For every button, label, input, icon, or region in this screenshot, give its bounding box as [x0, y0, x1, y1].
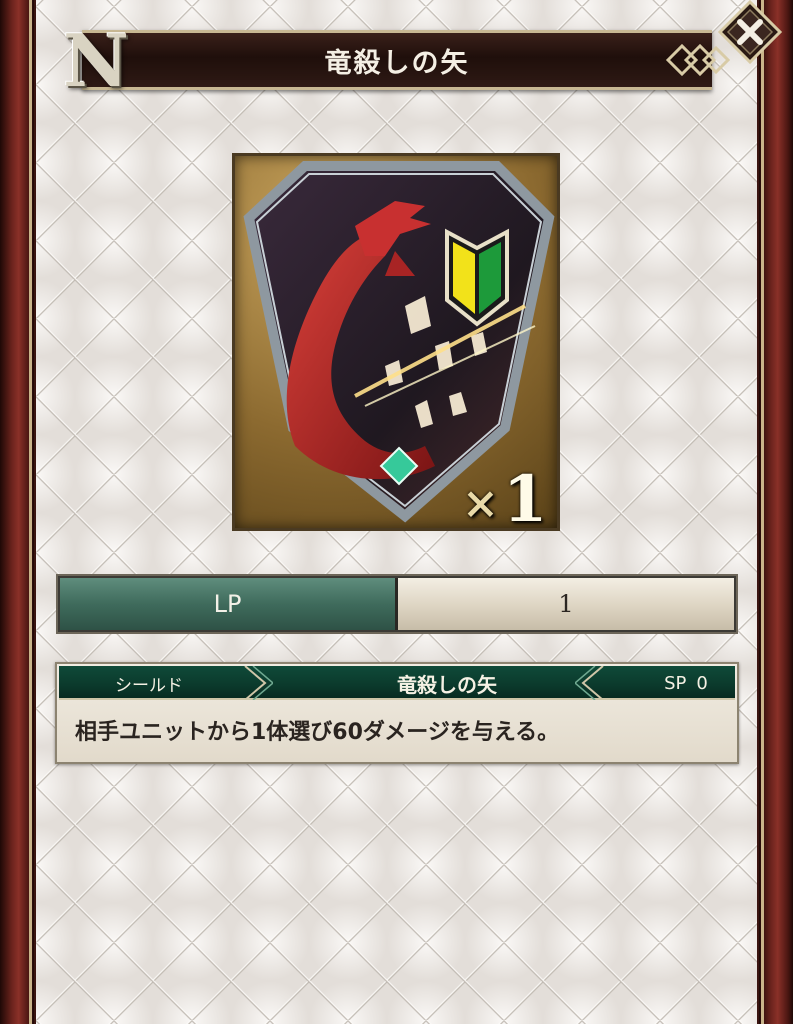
card-quantity: × 1	[462, 462, 547, 532]
sp-value: 0	[696, 672, 708, 694]
skill-description: 相手ユニットから1体選び60ダメージを与える。	[75, 720, 560, 745]
lp-value: 1	[398, 578, 734, 630]
skill-panel: シールド 竜殺しの矢 SP 0 相手ユニットから1体選び60ダメージを与える。	[55, 662, 739, 764]
lp-stat-bar: LP 1	[56, 574, 738, 634]
rarity-badge: N	[63, 17, 129, 103]
skill-sp: SP 0	[637, 666, 735, 700]
page-title: 竜殺しの矢	[324, 47, 470, 79]
quantity-value: 1	[502, 462, 548, 537]
skill-name: 竜殺しの矢	[397, 672, 497, 697]
right-frame-rail	[759, 0, 793, 1024]
close-button[interactable]	[714, 0, 786, 64]
beginner-mark-icon	[445, 228, 509, 327]
lp-label: LP	[60, 578, 398, 630]
close-icon	[717, 0, 783, 64]
skill-type: シールド	[115, 675, 183, 696]
quantity-prefix: ×	[462, 478, 499, 529]
sp-label: SP	[664, 672, 687, 694]
left-frame-rail	[0, 0, 34, 1024]
